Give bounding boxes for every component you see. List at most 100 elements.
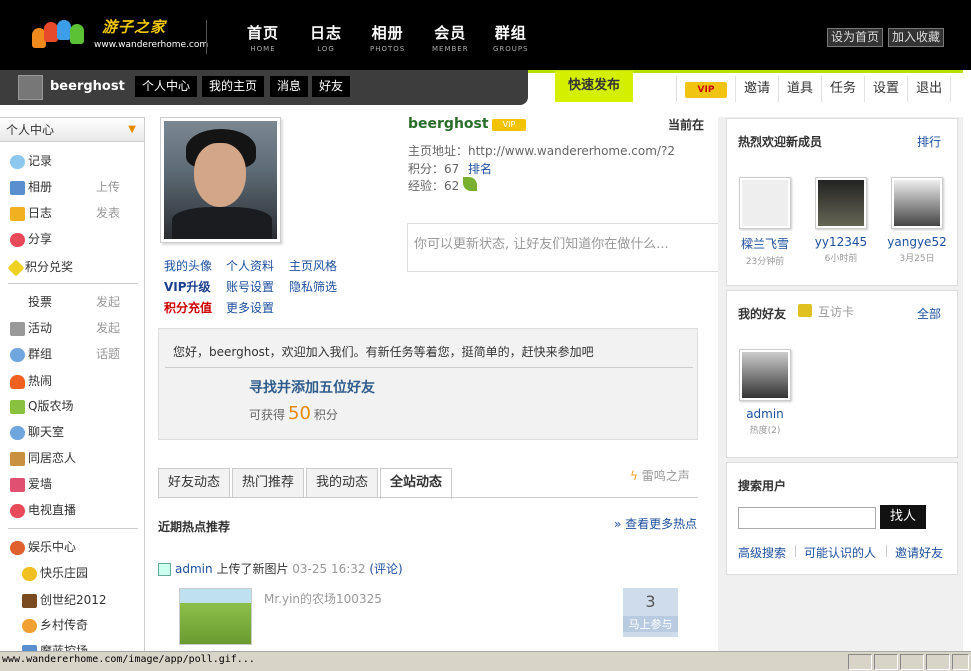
people-you-may-know-link[interactable]: 可能认识的人 (804, 544, 876, 561)
user-tools: VIP 邀请 道具 任务 设置 退出 (676, 76, 952, 102)
chat-icon (10, 425, 25, 440)
tab-my-feed[interactable]: 我的动态 (306, 468, 379, 498)
record-icon (10, 154, 25, 169)
sidebar-divider (8, 283, 138, 284)
sidebar-item-record[interactable]: 记录 (10, 152, 140, 170)
my-friends-box: 我的好友 互访卡 全部 admin 热度(2) (726, 290, 958, 458)
profile-info-link[interactable]: 个人资料 (226, 257, 274, 274)
status-input[interactable]: 你可以更新状态, 让好友们知道你在做什么... (407, 223, 723, 272)
profile-photo (164, 121, 277, 239)
sidebar-item-lovers[interactable]: 同居恋人 (10, 449, 140, 467)
find-user-button[interactable]: 找人 (880, 505, 926, 529)
scrollbar[interactable] (963, 70, 971, 651)
account-settings-link[interactable]: 账号设置 (226, 278, 274, 295)
friends-button[interactable]: 好友 (312, 76, 351, 97)
more-hot-link[interactable]: » 查看更多热点 (614, 515, 697, 532)
header-divider (206, 20, 207, 54)
album-icon (10, 180, 25, 195)
site-logo[interactable]: 游子之家 www.wandererhome.com (30, 14, 208, 58)
nav-log[interactable]: 日志 LOG (310, 22, 342, 53)
genesis-icon (22, 593, 37, 608)
sidebar-item-manor[interactable]: 快乐庄园 (22, 564, 144, 582)
tasks-link[interactable]: 任务 (822, 76, 866, 102)
comment-link[interactable]: (评论) (369, 562, 402, 576)
tab-site-feed[interactable]: 全站动态 (380, 468, 453, 499)
topic-link[interactable]: 话题 (96, 345, 120, 363)
member-card[interactable]: yy12345 6小时前 (809, 177, 873, 264)
logout-link[interactable]: 退出 (908, 76, 952, 102)
avatar[interactable] (18, 75, 43, 100)
sidebar-item-log[interactable]: 日志 发表 (10, 204, 140, 222)
my-avatar-link[interactable]: 我的头像 (164, 257, 212, 274)
sidebar-item-redeem[interactable]: 积分兑奖 (7, 258, 140, 276)
entertainment-icon (10, 540, 25, 555)
set-homepage-button[interactable]: 设为首页 (827, 28, 884, 47)
member-card[interactable]: 樑兰飞雪 23分钟前 (733, 177, 797, 267)
sidebar-header[interactable]: 个人中心 ▼ (0, 118, 144, 142)
sidebar-item-album[interactable]: 相册 上传 (10, 178, 140, 196)
homepage-url[interactable]: 主页地址：http://www.wandererhome.com/?2 (408, 142, 675, 159)
nav-photos[interactable]: 相册 PHOTOS (370, 22, 405, 53)
vote-start-link[interactable]: 发起 (96, 293, 120, 311)
more-settings-link[interactable]: 更多设置 (226, 299, 274, 316)
invite-link[interactable]: 邀请 (736, 76, 780, 102)
props-link[interactable]: 道具 (779, 76, 823, 102)
sidebar-item-farm[interactable]: Q版农场 (10, 397, 140, 415)
upload-link[interactable]: 上传 (96, 178, 120, 196)
points-recharge-link[interactable]: 积分充值 (164, 299, 212, 316)
sidebar: 个人中心 ▼ 记录 相册 上传 日志 发表 分享 积分兑奖 投票 发起 活动 发起 群组话… (0, 117, 145, 657)
tab-hot-recommend[interactable]: 热门推荐 (232, 468, 305, 498)
my-homepage-button[interactable]: 我的主页 (202, 76, 265, 97)
user-search-input[interactable] (738, 507, 876, 529)
personal-center-button[interactable]: 个人中心 (135, 76, 198, 97)
username[interactable]: beerghost (50, 79, 125, 94)
farm-item-name[interactable]: Mr.yin的农场100325 (264, 590, 382, 607)
sidebar-item-chat[interactable]: 聊天室 (10, 423, 140, 441)
join-now-button[interactable]: 3 马上参与 (623, 588, 678, 637)
task-link[interactable]: 寻找并添加五位好友 (249, 377, 375, 397)
nav-home[interactable]: 首页 HOME (247, 22, 279, 53)
event-start-link[interactable]: 发起 (96, 319, 120, 337)
vip-upgrade-link[interactable]: VIP升级 (164, 278, 211, 295)
heart-icon (10, 232, 25, 247)
sidebar-item-entertainment[interactable]: 娱乐中心 (10, 538, 140, 556)
nav-groups[interactable]: 群组 GROUPS (493, 22, 529, 53)
tab-friends-feed[interactable]: 好友动态 (158, 468, 231, 498)
sidebar-item-tv[interactable]: 电视直播 (10, 501, 140, 519)
visit-card-icon (798, 304, 812, 317)
friend-card[interactable]: admin 热度(2) (733, 349, 797, 436)
all-friends-link[interactable]: 全部 (917, 305, 941, 322)
sidebar-item-share[interactable]: 分享 (10, 230, 140, 248)
feed-user-link[interactable]: admin (175, 562, 213, 576)
quick-post-button[interactable]: 快速发布 (555, 71, 633, 102)
task-reward: 可获得 50 积分 (249, 403, 338, 424)
settings-link[interactable]: 设置 (865, 76, 909, 102)
vote-icon (10, 296, 25, 310)
group-icon (10, 347, 25, 362)
rank-link[interactable]: 排名 (468, 160, 492, 177)
rank-link[interactable]: 排行 (917, 133, 941, 150)
log-icon (10, 206, 25, 221)
sidebar-item-wall[interactable]: 爱墙 (10, 475, 140, 493)
sidebar-item-genesis[interactable]: 创世纪2012 (22, 591, 144, 609)
invite-friends-link[interactable]: 邀请好友 (895, 544, 943, 561)
nav-member[interactable]: 会员 MEMBER (432, 22, 469, 53)
publish-link[interactable]: 发表 (96, 204, 120, 222)
messages-button[interactable]: 消息 (270, 76, 309, 97)
profile-avatar[interactable] (160, 117, 281, 243)
advanced-search-link[interactable]: 高级搜索 (738, 544, 786, 561)
vip-icon[interactable]: VIP (677, 76, 736, 102)
add-favorite-button[interactable]: 加入收藏 (888, 28, 945, 47)
sidebar-item-hot[interactable]: 热闹 (10, 372, 140, 390)
farm-thumbnail[interactable] (179, 588, 252, 645)
sidebar-item-village[interactable]: 乡村传奇 (22, 616, 144, 634)
sidebar-item-group[interactable]: 群组 话题 (10, 345, 140, 363)
homepage-style-link[interactable]: 主页风格 (289, 257, 337, 274)
sidebar-item-vote[interactable]: 投票 发起 (10, 293, 140, 311)
thunder-voice-link[interactable]: ϟ 雷鸣之声 (630, 467, 690, 484)
member-card[interactable]: yangye52 3月25日 (885, 177, 949, 264)
browser-status-bar: www.wandererhome.com/image/app/poll.gif.… (0, 651, 971, 671)
sidebar-item-event[interactable]: 活动 发起 (10, 319, 140, 337)
privacy-filter-link[interactable]: 隐私筛选 (289, 278, 337, 295)
visit-card-link[interactable]: 互访卡 (818, 303, 854, 320)
